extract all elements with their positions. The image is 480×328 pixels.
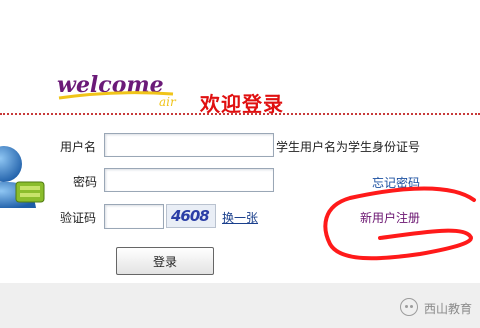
username-input[interactable] <box>104 133 274 157</box>
username-label: 用户名 <box>60 140 97 154</box>
logo-sub: air <box>159 95 177 109</box>
page-title: 欢迎登录 <box>200 94 284 116</box>
wechat-icon <box>400 298 418 316</box>
captcha-input[interactable] <box>104 204 164 229</box>
login-button[interactable]: 登录 <box>116 247 214 275</box>
captcha-text: 4608 <box>171 207 210 225</box>
username-hint: 学生用户名为学生身份证号 <box>276 140 421 154</box>
watermark-text: 西山教育 <box>424 302 473 316</box>
annotation-circle <box>323 186 476 261</box>
captcha-label: 验证码 <box>60 211 97 225</box>
forgot-password-link[interactable]: 忘记密码 <box>372 174 420 191</box>
password-input[interactable] <box>104 168 274 192</box>
refresh-captcha-link[interactable]: 换一张 <box>222 209 258 226</box>
user-avatar-icon <box>0 146 45 208</box>
password-label: 密码 <box>73 175 98 189</box>
welcome-air-logo: welcome air <box>57 72 177 109</box>
register-link[interactable]: 新用户注册 <box>360 209 420 226</box>
captcha-image[interactable]: 4608 <box>166 204 216 228</box>
